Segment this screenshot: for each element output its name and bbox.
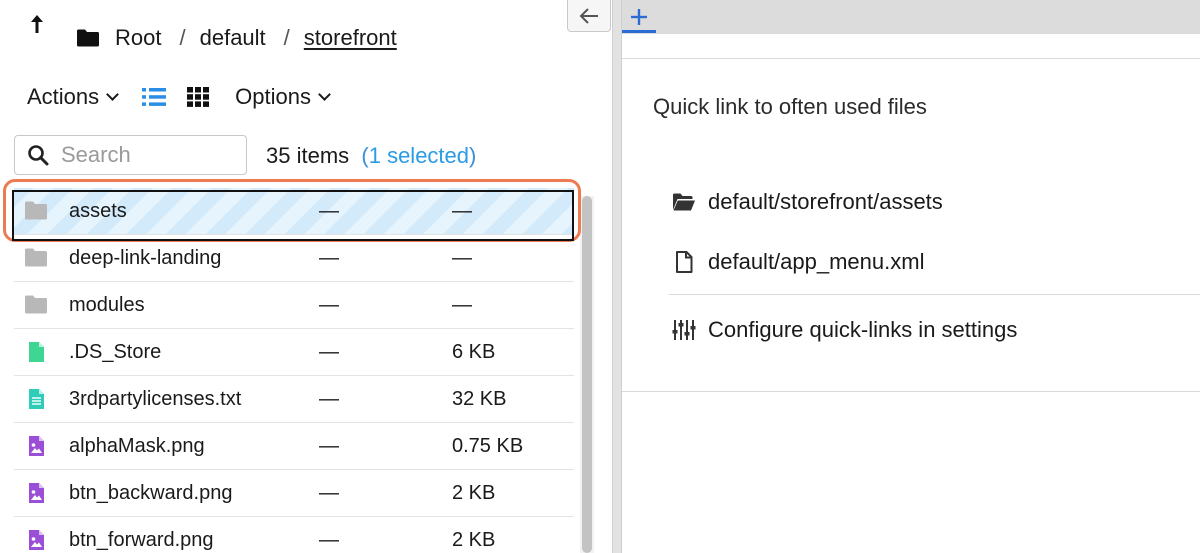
breadcrumb-root[interactable]: Root: [115, 25, 161, 51]
file-name: btn_backward.png: [69, 481, 233, 504]
file-modified: —: [319, 246, 339, 269]
file-row-modules[interactable]: modules — —: [14, 282, 574, 329]
file-name: .DS_Store: [69, 340, 162, 363]
file-name: modules: [69, 293, 145, 316]
file-icon: [29, 342, 44, 362]
folder-icon: [25, 295, 47, 314]
file-size: —: [452, 246, 472, 269]
file-name: alphaMask.png: [69, 434, 205, 457]
file-row-deep-link-landing[interactable]: deep-link-landing — —: [14, 235, 574, 282]
file-row-alphamask-png[interactable]: alphaMask.png — 0.75 KB: [14, 423, 574, 470]
file-modified: —: [319, 387, 339, 410]
file-modified: —: [319, 293, 339, 316]
configure-quicklinks-link[interactable]: Configure quick-links in settings: [672, 317, 1017, 343]
folder-icon: [77, 29, 99, 47]
open-paren: (: [361, 143, 369, 168]
file-modified: —: [319, 340, 339, 363]
file-size: —: [452, 293, 472, 316]
list-view-icon[interactable]: [141, 86, 167, 108]
file-row-3rdpartylicenses-txt[interactable]: 3rdpartylicenses.txt — 32 KB: [14, 376, 574, 423]
list-toolbar: Actions Options: [27, 84, 331, 110]
file-modified: —: [319, 481, 339, 504]
search-box: [14, 135, 247, 175]
file-browser: Root / default / storefront Actions Opti…: [0, 0, 1200, 553]
file-row-btn-forward-png[interactable]: btn_forward.png — 2 KB: [14, 517, 574, 553]
scrollbar-thumb[interactable]: [582, 196, 592, 553]
quicklinks-divider: [669, 294, 1200, 295]
file-modified: —: [319, 434, 339, 457]
add-tab-button[interactable]: [622, 0, 656, 34]
collapse-pane-button[interactable]: [567, 0, 611, 32]
quicklinks-title: Quick link to often used files: [653, 94, 927, 119]
file-outline-icon: [676, 251, 693, 273]
quicklink-label: default/app_menu.xml: [708, 249, 925, 274]
file-modified: —: [319, 528, 339, 551]
plus-icon: [631, 9, 647, 25]
file-size: 6 KB: [452, 340, 496, 363]
close-paren: ): [469, 143, 477, 168]
configure-quicklinks-label: Configure quick-links in settings: [708, 317, 1018, 342]
breadcrumb-separator: /: [283, 25, 290, 50]
file-name: assets: [69, 199, 127, 222]
breadcrumb: Root / default / storefront: [76, 24, 397, 52]
navigate-up-icon[interactable]: [27, 13, 47, 41]
selected-count-link[interactable]: 1 selected: [369, 143, 469, 168]
breadcrumb-storefront[interactable]: storefront: [304, 25, 397, 51]
file-name: btn_forward.png: [69, 528, 214, 551]
folder-icon: [25, 248, 47, 267]
search-input[interactable]: [61, 142, 241, 168]
file-modified: —: [319, 199, 339, 222]
folder-icon: [25, 201, 47, 220]
file-size: 32 KB: [452, 387, 507, 410]
image-file-icon: [29, 483, 44, 503]
pane-splitter[interactable]: [612, 0, 622, 553]
file-size: —: [452, 199, 472, 222]
sliders-icon: [672, 320, 696, 340]
file-size: 2 KB: [452, 481, 496, 504]
actions-label: Actions: [27, 84, 100, 109]
file-row-ds-store[interactable]: .DS_Store — 6 KB: [14, 329, 574, 376]
item-count: 35 items (1 selected): [266, 143, 476, 169]
folder-open-icon: [673, 193, 695, 211]
image-file-icon: [29, 436, 44, 456]
text-file-icon: [29, 389, 44, 409]
file-list: assets — — deep-link-landing — — modules — — .DS_…: [14, 188, 574, 553]
chevron-down-icon: [106, 87, 120, 101]
file-size: 0.75 KB: [452, 434, 524, 457]
quicklink-label: default/storefront/assets: [708, 189, 943, 214]
file-name: deep-link-landing: [69, 246, 222, 269]
arrow-left-icon: [579, 7, 598, 24]
breadcrumb-separator: /: [179, 25, 186, 50]
options-menu-button[interactable]: Options: [235, 84, 331, 110]
actions-menu-button[interactable]: Actions: [27, 84, 120, 110]
chevron-down-icon: [318, 87, 331, 101]
breadcrumb-default[interactable]: default: [200, 25, 266, 51]
active-tab-indicator: [622, 30, 656, 33]
file-row-assets[interactable]: assets — —: [14, 188, 574, 235]
tab-bar: [622, 0, 1200, 34]
file-name: 3rdpartylicenses.txt: [69, 387, 242, 410]
search-icon: [28, 145, 49, 166]
options-label: Options: [235, 84, 311, 109]
items-count-label: 35 items: [266, 143, 350, 168]
quicklink-assets[interactable]: default/storefront/assets: [672, 189, 943, 215]
quicklink-app-menu[interactable]: default/app_menu.xml: [672, 249, 924, 275]
file-list-pane: Root / default / storefront Actions Opti…: [0, 0, 612, 553]
file-row-btn-backward-png[interactable]: btn_backward.png — 2 KB: [14, 470, 574, 517]
file-size: 2 KB: [452, 528, 496, 551]
grid-view-icon[interactable]: [187, 87, 210, 107]
image-file-icon: [29, 530, 44, 550]
